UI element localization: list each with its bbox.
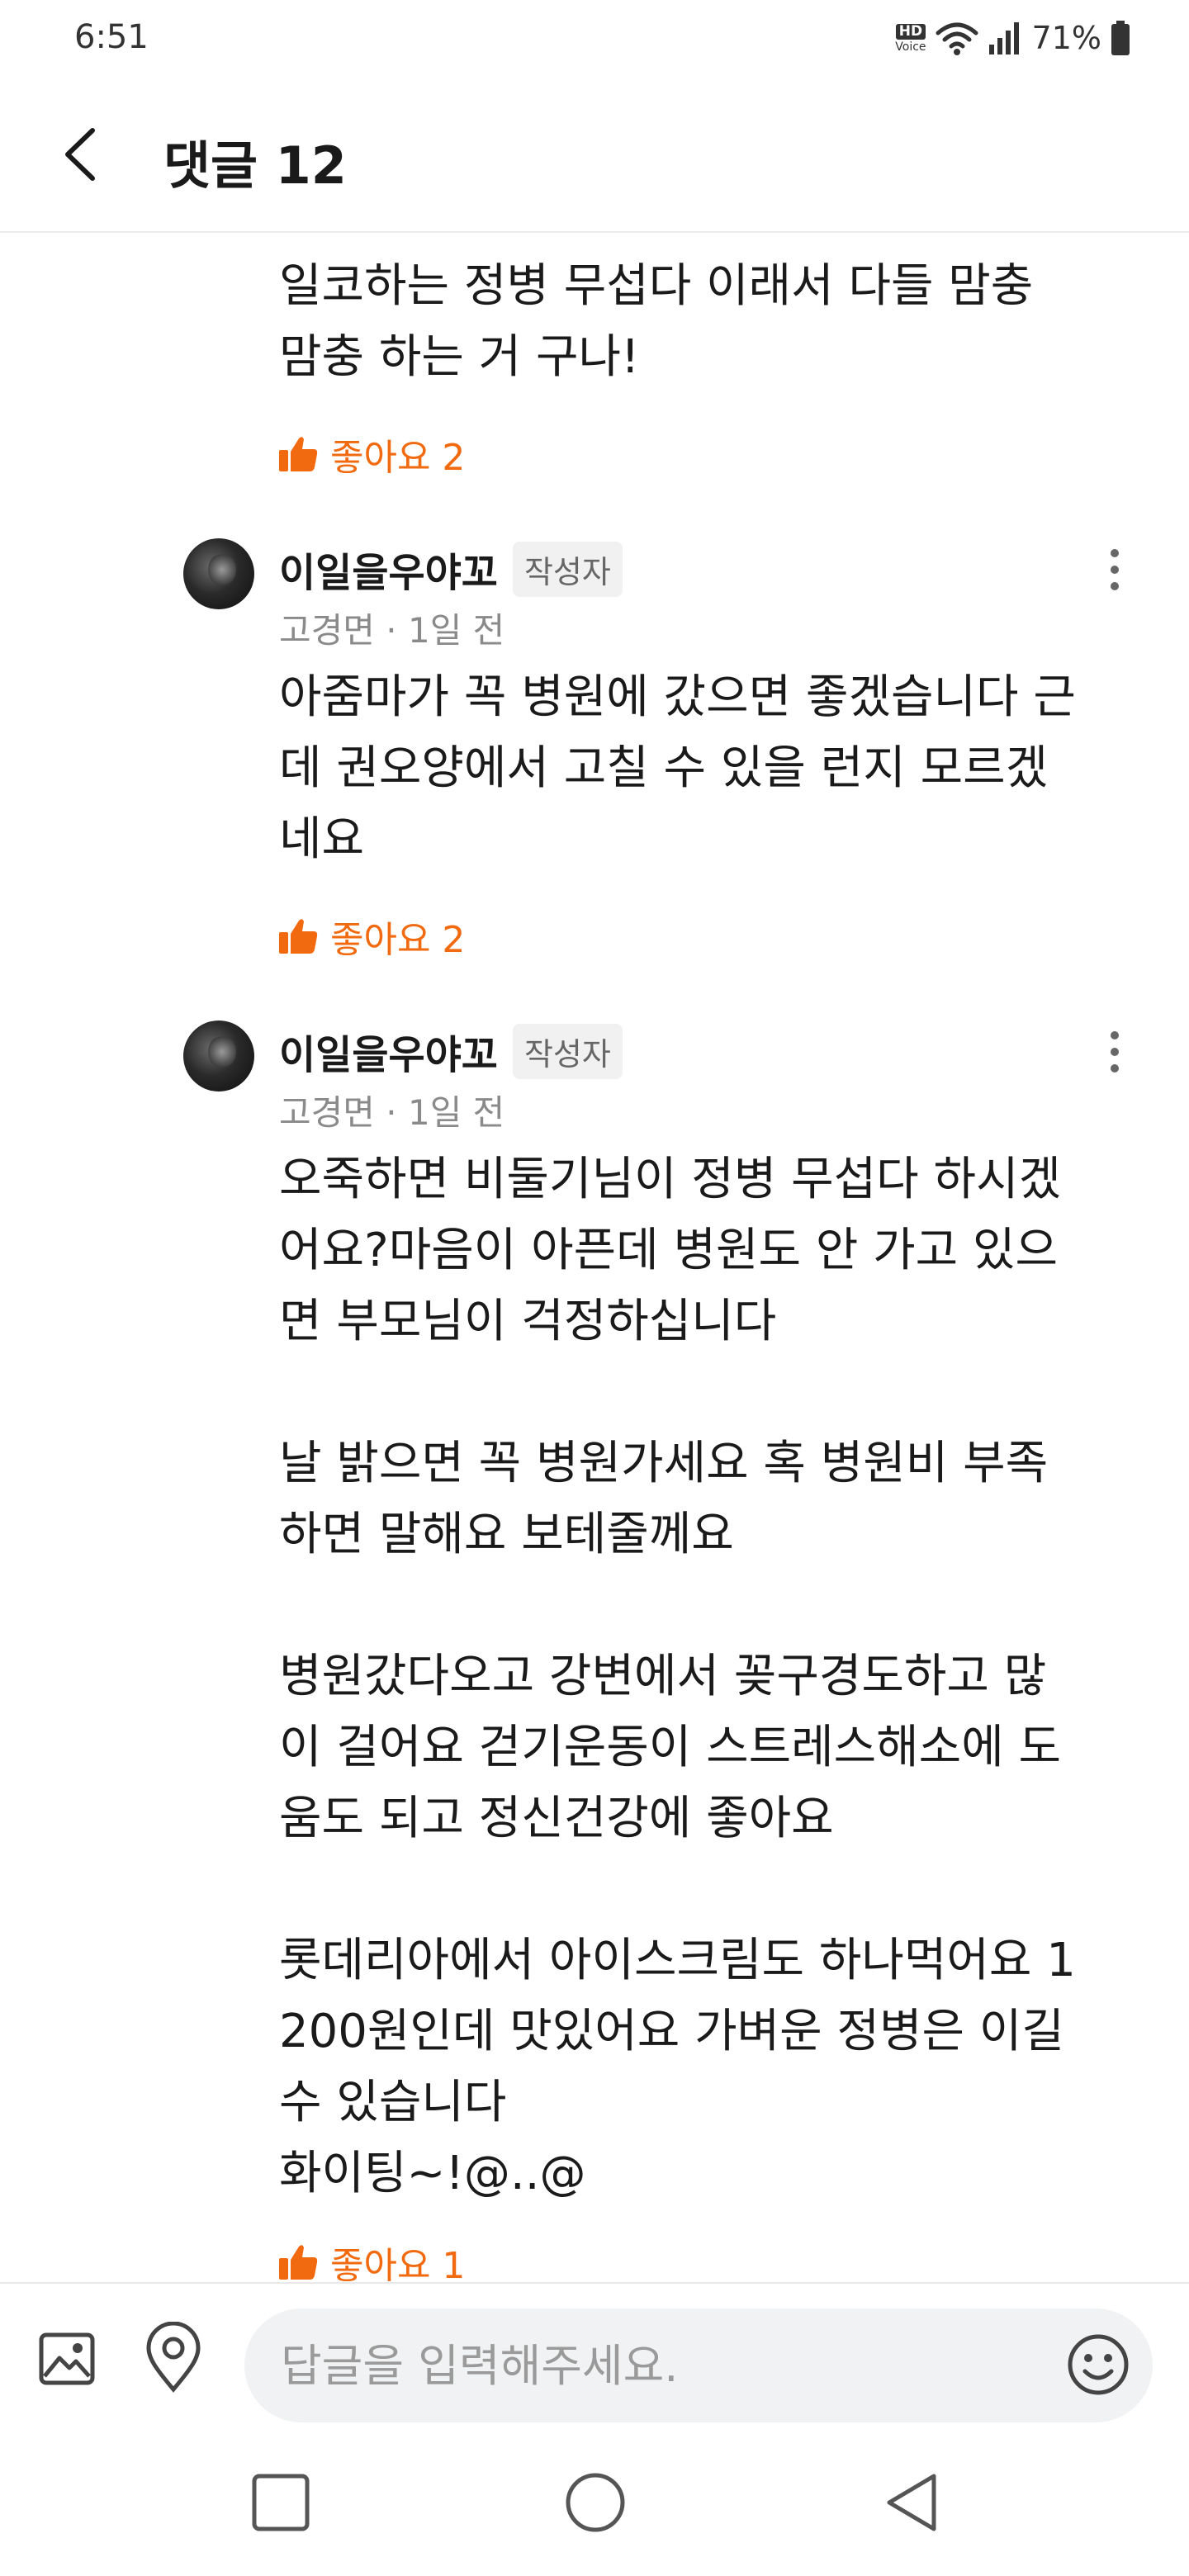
thumbs-up-icon (279, 2245, 318, 2280)
location-pin-icon (146, 2321, 201, 2393)
home-button[interactable] (558, 2465, 632, 2540)
comment-meta: 고경면 · 1일 전 (279, 1092, 505, 1133)
more-options-button[interactable] (1098, 537, 1131, 603)
status-bar: 6:51 HD Voice 71% (0, 0, 1189, 76)
thumbs-up-icon (279, 437, 318, 471)
avatar[interactable] (183, 1020, 254, 1091)
home-icon (566, 2473, 625, 2532)
status-icons: HD Voice 71% (895, 17, 1131, 59)
like-button[interactable]: 좋아요 2 (277, 912, 465, 961)
recent-apps-icon (252, 2474, 310, 2531)
thumbs-up-icon (279, 919, 318, 954)
location-button[interactable] (140, 2321, 206, 2393)
reply-input[interactable] (244, 2308, 1153, 2422)
comment-author-row: 이일을우야꼬 작성자 (279, 1022, 623, 1080)
hd-label: HD (895, 23, 926, 40)
recent-apps-button[interactable] (244, 2465, 318, 2540)
author-name[interactable]: 이일을우야꼬 (279, 540, 498, 598)
nav-back-icon (887, 2474, 936, 2531)
like-label: 좋아요 2 (330, 919, 466, 961)
author-badge: 작성자 (512, 541, 623, 597)
image-icon (39, 2332, 95, 2385)
comment-list[interactable]: 일코하는 정병 무섭다 이래서 다들 맘충 맘충 하는 거 구나! 좋아요 2 … (0, 234, 1189, 2282)
author-name[interactable]: 이일을우야꼬 (279, 1022, 498, 1080)
emoji-button[interactable] (1065, 2332, 1131, 2398)
battery-percent: 71% (1031, 20, 1101, 56)
system-nav-bar (0, 2427, 1189, 2576)
like-button[interactable]: 좋아요 1 (277, 2237, 465, 2282)
comment-text: 일코하는 정병 무섭다 이래서 다들 맘충 맘충 하는 거 구나! (279, 259, 1034, 384)
reply-bar (0, 2282, 1189, 2427)
wifi-icon (936, 22, 978, 55)
hd-voice-badge: HD Voice (895, 23, 926, 54)
app-header: 댓글 12 (0, 76, 1189, 233)
author-badge: 작성자 (512, 1023, 623, 1079)
like-button[interactable]: 좋아요 2 (277, 429, 465, 479)
comment-text: 아줌마가 꼭 병원에 갔으면 좋겠습니다 근 데 권오양에서 고칠 수 있을 런… (279, 670, 1076, 866)
back-button[interactable] (43, 117, 117, 192)
like-label: 좋아요 1 (330, 2245, 466, 2282)
like-label: 좋아요 2 (330, 437, 466, 479)
nav-back-button[interactable] (875, 2465, 950, 2540)
more-vertical-icon (1111, 549, 1119, 557)
back-arrow-icon (65, 128, 95, 181)
more-options-button[interactable] (1098, 1019, 1131, 1085)
comment-meta: 고경면 · 1일 전 (279, 610, 505, 651)
avatar[interactable] (183, 538, 254, 609)
page-title: 댓글 12 (163, 135, 347, 196)
comment-text: 오죽하면 비둘기님이 정병 무섭다 하시겠 어요?마음이 아픈데 병원도 안 가… (279, 1153, 1076, 2200)
more-vertical-icon (1111, 1031, 1119, 1039)
battery-icon (1111, 21, 1130, 55)
image-attach-button[interactable] (38, 2330, 96, 2388)
status-time: 6:51 (74, 18, 149, 56)
comment-author-row: 이일을우야꼬 작성자 (279, 540, 623, 598)
signal-icon (988, 22, 1019, 54)
emoji-icon (1068, 2334, 1129, 2395)
voice-label: Voice (895, 40, 926, 54)
